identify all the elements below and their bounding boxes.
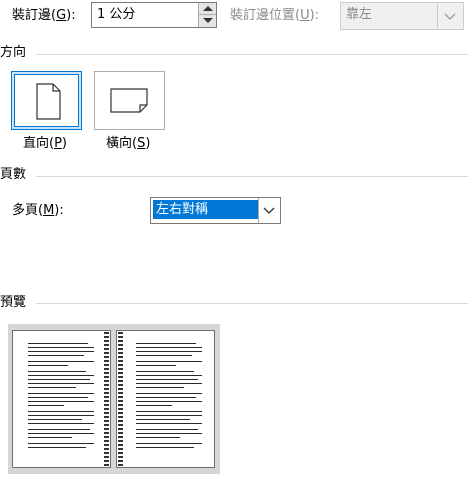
gutter-spinner-buttons [198,3,216,27]
preview-left-gutter [104,332,109,466]
multiple-pages-label-tail: ): [54,203,64,218]
pages-separator [36,176,468,177]
orientation-title: 方向 [0,45,27,60]
portrait-button-inner [14,74,79,127]
spin-up-icon [203,6,213,11]
multiple-pages-label-text: 多頁( [12,203,44,218]
landscape-page-icon [110,88,148,113]
portrait-label-tail: ) [61,136,67,151]
landscape-label: 橫向(S) [106,135,150,153]
gutter-label: 裝訂邊(G): [12,7,76,25]
landscape-button[interactable] [94,71,165,130]
portrait-label-key: P [54,136,62,151]
gutter-position-dropdown-button[interactable] [437,3,463,29]
multiple-pages-select[interactable]: 左右對稱 [150,197,281,224]
multiple-pages-value: 左右對稱 [153,200,258,219]
multiple-pages-label: 多頁(M): [12,202,64,220]
multiple-pages-label-key: M [43,203,55,218]
gutter-label-text: 裝訂邊( [12,8,57,23]
dropdown-arrow-icon [444,13,456,20]
landscape-label-text: 橫向( [106,136,138,151]
gutter-label-key: G [56,8,67,23]
gutter-spinner[interactable]: 1 公分 [91,2,217,28]
spin-down-button[interactable] [199,15,216,27]
gutter-position-label-key: U [300,8,310,23]
portrait-label: 直向(P) [23,135,67,153]
preview-right-page [116,330,215,468]
gutter-label-tail: ): [66,8,76,23]
spin-down-icon [203,18,213,23]
spin-up-button[interactable] [199,3,216,15]
pages-title: 頁數 [0,167,27,182]
gutter-position-label-text: 裝訂邊位置( [230,8,301,23]
preview-left-page [12,330,111,468]
gutter-position-select[interactable]: 靠左 [340,2,464,30]
preview-title: 預覽 [0,295,27,310]
portrait-label-text: 直向( [23,136,55,151]
gutter-input[interactable]: 1 公分 [97,6,135,24]
dropdown-arrow-icon [263,207,275,214]
portrait-page-icon [36,83,61,120]
preview-right-gutter [118,332,123,466]
gutter-position-value: 靠左 [346,7,373,22]
orientation-separator [36,54,468,55]
gutter-position-label: 裝訂邊位置(U): [230,7,319,25]
portrait-button[interactable] [11,71,82,130]
multiple-pages-dropdown-button[interactable] [258,198,280,223]
gutter-position-label-tail: ): [309,8,320,23]
preview-area [8,324,220,474]
preview-separator [36,303,468,304]
landscape-label-tail: ) [145,136,151,151]
